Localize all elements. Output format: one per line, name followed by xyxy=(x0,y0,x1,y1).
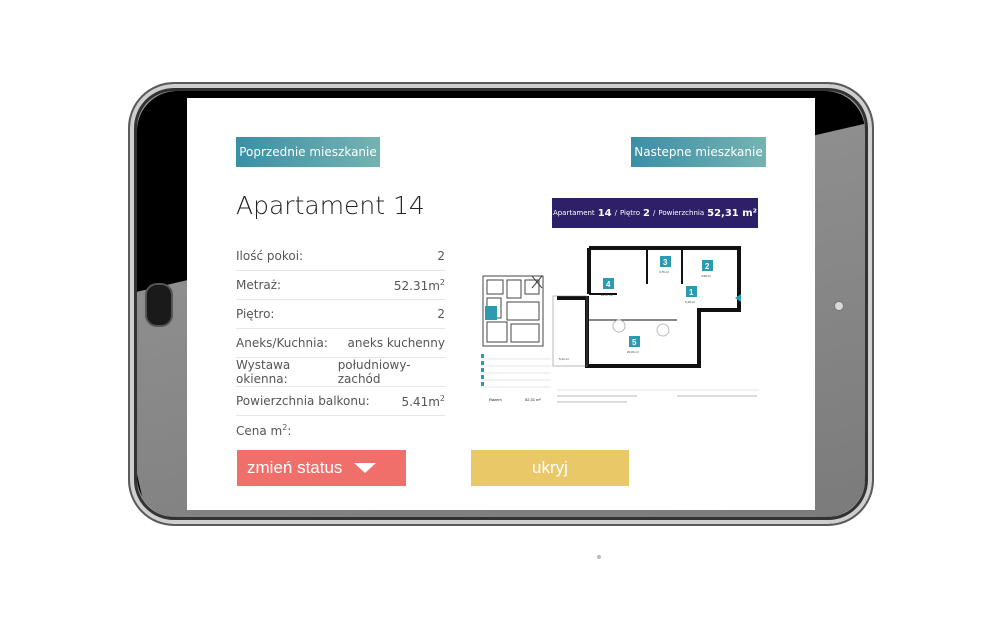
property-value: 5.41m2 xyxy=(401,393,445,409)
tablet-screen: Poprzednie mieszkanie Nastepne mieszkani… xyxy=(187,98,815,510)
change-status-button[interactable]: zmień status xyxy=(237,450,406,486)
room-3-number: 3 xyxy=(663,258,668,267)
decor-dot xyxy=(597,555,601,559)
property-value: aneks kuchenny xyxy=(347,336,445,350)
property-label: Piętro: xyxy=(236,307,275,321)
room-legend xyxy=(481,354,551,388)
previous-apartment-button[interactable]: Poprzednie mieszkanie xyxy=(236,137,380,167)
property-row: Cena m2: xyxy=(236,416,445,444)
property-value: 2 xyxy=(437,249,445,263)
change-status-label: zmień status xyxy=(247,458,343,477)
hide-button[interactable]: ukryj xyxy=(471,450,629,486)
balcony-area: 5,41 m² xyxy=(559,357,569,361)
room-4-number: 4 xyxy=(606,280,611,289)
property-value: 52.31m2 xyxy=(393,277,445,293)
tablet-home-button xyxy=(145,283,173,327)
property-label: Wystawa okienna: xyxy=(236,358,291,386)
room-5-number: 5 xyxy=(632,338,637,347)
apartment-title: Apartament 14 xyxy=(236,191,425,220)
properties-list: Ilość pokoi: 2 Metraż: 52.31m2 Piętro: 2… xyxy=(236,242,445,444)
total-value: 52,31 m² xyxy=(525,397,541,402)
room-1-number: 1 xyxy=(689,288,694,297)
property-label: Powierzchnia balkonu: xyxy=(236,394,370,408)
property-row: Wystawa okienna: południowy-zachód xyxy=(236,358,445,387)
room-1-area: 6,15 m² xyxy=(685,300,695,304)
property-row: Ilość pokoi: 2 xyxy=(236,242,445,271)
floor-plan: Apartament 14 / Piętro 2 / Powierzchnia 52,… xyxy=(477,198,767,418)
tablet-camera xyxy=(834,301,844,311)
room-4-area: 11,37 m² xyxy=(601,293,613,297)
room-5-area: 20,04 m² xyxy=(627,350,639,354)
total-label: Razem xyxy=(489,397,502,402)
property-label: Ilość pokoi: xyxy=(236,249,304,263)
next-apartment-button[interactable]: Nastepne mieszkanie xyxy=(631,137,766,167)
property-row: Piętro: 2 xyxy=(236,300,445,329)
property-row: Aneks/Kuchnia: aneks kuchenny xyxy=(236,329,445,358)
property-value: 2 xyxy=(437,307,445,321)
property-label: Cena m2: xyxy=(236,422,292,438)
property-value: południowy-zachód xyxy=(337,358,411,386)
property-label: Metraż: xyxy=(236,278,282,292)
room-2-area: 4,95 m² xyxy=(701,274,711,278)
property-label: Aneks/Kuchnia: xyxy=(236,336,328,350)
room-2-number: 2 xyxy=(705,262,710,271)
caret-down-icon xyxy=(354,463,377,473)
property-row: Powierzchnia balkonu: 5.41m2 xyxy=(236,387,445,416)
property-row: Metraż: 52.31m2 xyxy=(236,271,445,300)
room-3-area: 3,76 m² xyxy=(659,270,669,274)
floor-plan-drawing: Razem 52,31 m² 4 1 3 2 5 11,37 m² 6,15 m… xyxy=(481,246,759,403)
